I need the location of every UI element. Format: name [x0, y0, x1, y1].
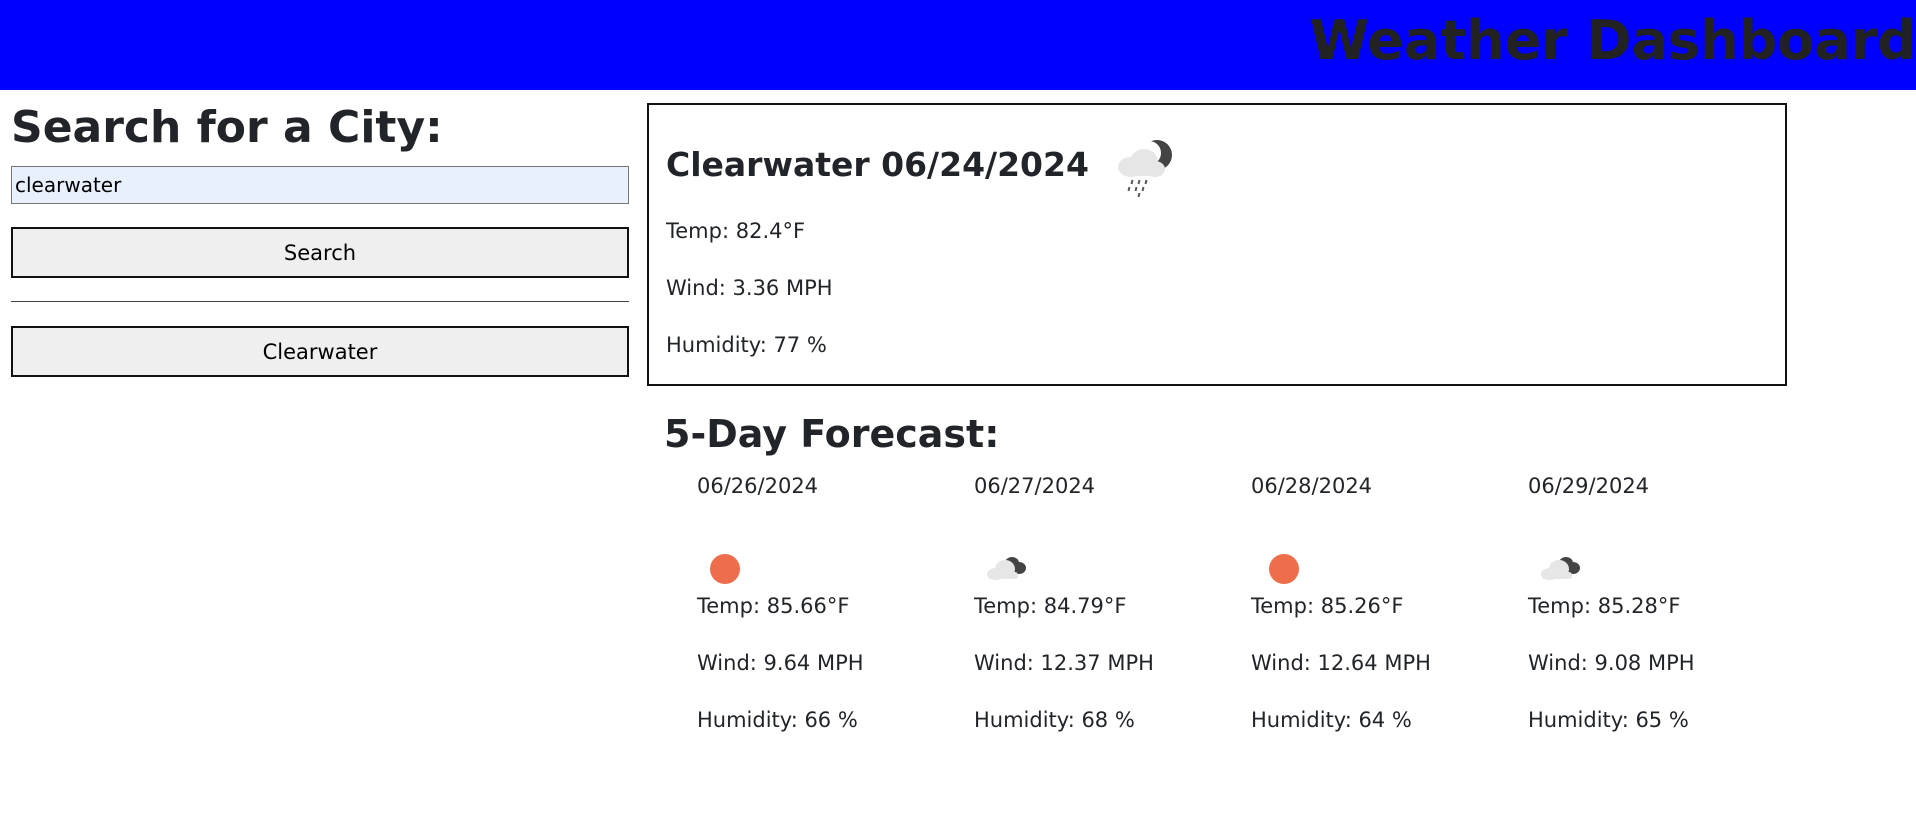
forecast-date: 06/26/2024: [697, 474, 819, 498]
forecast-date: 06/28/2024: [1251, 474, 1373, 498]
forecast-temp: Temp: 85.28°F: [1528, 594, 1681, 618]
forecast-humidity: Humidity: 68 %: [974, 708, 1135, 732]
forecast-humidity: Humidity: 66 %: [697, 708, 858, 732]
page-title: Weather Dashboard: [1309, 9, 1916, 72]
forecast-card: 06/29/2024 Temp: 85.28°F Wind: 9.08 MPH …: [1528, 474, 1798, 744]
forecast-temp: Temp: 85.66°F: [697, 594, 850, 618]
forecast-wind: Wind: 9.08 MPH: [1528, 651, 1695, 675]
sun-icon: [1269, 554, 1299, 584]
city-search-input[interactable]: [11, 166, 629, 205]
forecast-card: 06/26/2024 Temp: 85.66°F Wind: 9.64 MPH …: [697, 474, 967, 744]
forecast-card: 06/28/2024 Temp: 85.26°F Wind: 12.64 MPH…: [1251, 474, 1521, 744]
forecast-temp: Temp: 84.79°F: [974, 594, 1127, 618]
page-header: Weather Dashboard: [0, 0, 1916, 90]
forecast-humidity: Humidity: 64 %: [1251, 708, 1412, 732]
search-button[interactable]: Search: [11, 227, 629, 279]
sun-icon: [710, 554, 740, 584]
current-humidity: Humidity: 77 %: [666, 333, 827, 357]
forecast-humidity: Humidity: 65 %: [1528, 708, 1689, 732]
forecast-temp: Temp: 85.26°F: [1251, 594, 1404, 618]
forecast-card: 06/27/2024 Temp: 84.79°F Wind: 12.37 MPH…: [974, 474, 1244, 744]
divider: [11, 301, 629, 303]
forecast-wind: Wind: 9.64 MPH: [697, 651, 864, 675]
search-heading: Search for a City:: [11, 102, 443, 153]
forecast-wind: Wind: 12.64 MPH: [1251, 651, 1431, 675]
forecast-date: 06/29/2024: [1528, 474, 1650, 498]
search-panel: Search for a City: Search Clearwater: [11, 102, 629, 378]
current-wind: Wind: 3.36 MPH: [666, 276, 833, 300]
history-button-clearwater[interactable]: Clearwater: [11, 326, 629, 378]
current-city-date: Clearwater 06/24/2024: [666, 144, 1089, 184]
current-temp: Temp: 82.4°F: [666, 219, 806, 243]
forecast-date: 06/27/2024: [974, 474, 1096, 498]
forecast-wind: Wind: 12.37 MPH: [974, 651, 1154, 675]
broken-clouds-icon: [1541, 557, 1580, 580]
current-weather-card: Clearwater 06/24/2024 Temp: 82.4°F Wind:…: [647, 103, 1787, 386]
forecast-heading: 5-Day Forecast:: [664, 412, 1000, 456]
broken-clouds-icon: [987, 557, 1026, 580]
cloud-rain-night-icon: [1117, 140, 1172, 198]
current-title-row: Clearwater 06/24/2024: [666, 129, 1181, 199]
